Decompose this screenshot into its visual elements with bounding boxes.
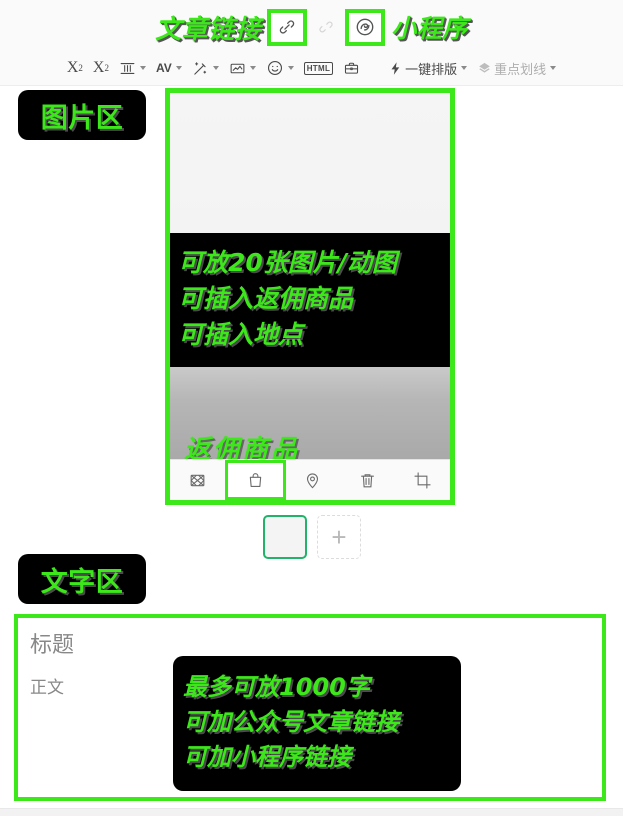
format-brush-button[interactable] [187, 55, 224, 81]
insert-image-icon [229, 60, 246, 77]
annotation-image-overlay: 可放20张图片/动图 可插入返佣商品 可插入地点 [170, 233, 450, 367]
chevron-down-icon [550, 66, 557, 70]
insert-miniprogram-button[interactable] [345, 8, 386, 46]
lightning-icon [388, 61, 403, 76]
annotation-image-area-pill: 图片区 [18, 90, 146, 140]
annotation-overlay-line: 可插入地点 [178, 320, 304, 349]
annotation-text-area-pill: 文字区 [18, 554, 146, 604]
editor-screen: 文章链接 小程序 X 2 X 2 AV HTML 一键排版 重点划线 图片区 可… [0, 0, 623, 816]
delete-image-button[interactable] [340, 460, 395, 500]
link-icon [277, 17, 297, 37]
shopping-bag-icon [246, 471, 265, 490]
annotation-overlay-line: 可加公众号文章链接 [183, 708, 399, 736]
line-height-button[interactable] [114, 55, 151, 81]
unlink-icon [317, 18, 335, 36]
toolbox-icon [343, 60, 360, 77]
location-pin-icon [303, 471, 322, 490]
image-thumbnail[interactable] [263, 515, 307, 559]
chevron-down-icon [139, 66, 146, 70]
image-preview-canvas[interactable]: 可放20张图片/动图 可插入返佣商品 可插入地点 返佣商品 [170, 93, 450, 465]
highlight-underline-label: 重点划线 [494, 61, 547, 77]
text-editor-panel[interactable]: 标题 正文 最多可放1000字 可加公众号文章链接 可加小程序链接 [14, 614, 606, 801]
insert-location-button[interactable] [286, 460, 341, 500]
title-input[interactable]: 标题 [30, 627, 74, 659]
add-image-button[interactable]: + [317, 515, 361, 559]
superscript-label: X [66, 59, 79, 76]
mosaic-button[interactable] [170, 460, 225, 500]
letter-spacing-label: AV [155, 61, 172, 75]
annotation-overlay-line: 可插入返佣商品 [178, 284, 354, 313]
annotation-overlay-line: 最多可放1000字 [183, 673, 370, 701]
format-brush-icon [192, 60, 209, 77]
body-input[interactable]: 正文 [30, 673, 64, 698]
chevron-down-icon [175, 66, 182, 70]
one-click-layout-button[interactable]: 一键排版 [383, 55, 472, 81]
superscript-button[interactable]: X2 [62, 55, 88, 81]
superscript-exponent: 2 [78, 63, 83, 73]
annotation-mini-program: 小程序 [391, 14, 468, 43]
format-toolbar: X2 X2 AV HTML 一键排版 重点划线 [0, 52, 623, 84]
image-editor-panel[interactable]: 可放20张图片/动图 可插入返佣商品 可插入地点 返佣商品 [165, 88, 455, 505]
image-action-toolbar [170, 459, 450, 500]
annotation-overlay-line: 可加小程序链接 [183, 743, 351, 771]
letter-spacing-button[interactable]: AV [151, 55, 187, 81]
highlighter-icon [477, 61, 492, 76]
one-click-layout-label: 一键排版 [405, 61, 458, 77]
subscript-label: X [92, 59, 105, 76]
annotation-image-area-label: 图片区 [40, 102, 124, 134]
bottom-strip [0, 808, 623, 816]
insert-image-button[interactable] [224, 55, 261, 81]
subscript-button[interactable]: X2 [88, 55, 114, 81]
html-button[interactable]: HTML [299, 55, 338, 81]
chevron-down-icon [212, 66, 219, 70]
trash-icon [358, 471, 377, 490]
crop-icon [413, 471, 432, 490]
annotation-text-area-label: 文字区 [40, 566, 124, 598]
chevron-down-icon [287, 66, 294, 70]
chevron-down-icon [249, 66, 256, 70]
image-thumbnail-row: + [263, 515, 373, 559]
annotation-article-link: 文章链接 [155, 14, 262, 45]
annotation-overlay-line: 可放20张图片/动图 [178, 248, 397, 277]
insert-product-button[interactable] [224, 460, 286, 500]
link-toolbar-row: 文章链接 小程序 [0, 4, 623, 50]
subscript-exponent: 2 [104, 63, 109, 73]
plus-icon: + [331, 522, 347, 552]
text-align-icon [119, 60, 136, 77]
chevron-down-icon [461, 66, 468, 70]
annotation-text-overlay: 最多可放1000字 可加公众号文章链接 可加小程序链接 [173, 656, 461, 791]
html-label: HTML [303, 61, 334, 75]
remove-link-button[interactable] [307, 9, 345, 46]
miniprogram-icon [354, 16, 376, 38]
crop-image-button[interactable] [395, 460, 450, 500]
emoji-button[interactable] [261, 55, 299, 81]
highlight-underline-button[interactable]: 重点划线 [472, 55, 561, 81]
toolbox-button[interactable] [338, 55, 365, 81]
mosaic-icon [188, 471, 207, 490]
insert-link-button[interactable] [267, 8, 308, 46]
emoji-icon [266, 59, 284, 77]
